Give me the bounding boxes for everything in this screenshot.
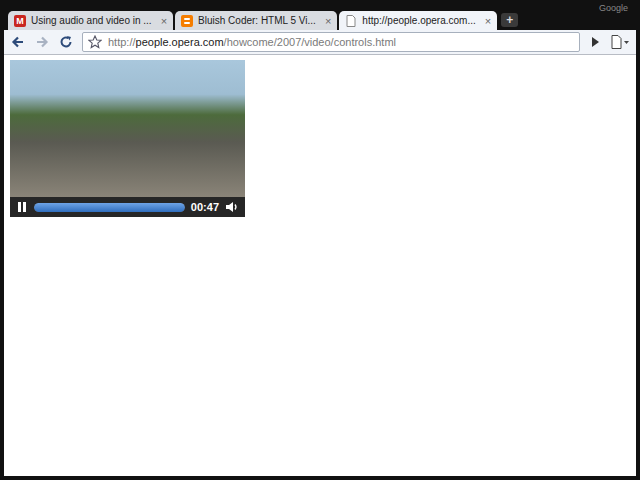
address-bar[interactable]: http://people.opera.com/howcome/2007/vid… [82,32,580,52]
page-icon [345,15,357,27]
back-arrow-icon[interactable] [10,34,26,50]
tab[interactable]: M Using audio and video in ... × [8,11,173,30]
video-controls: 00:47 [10,197,245,217]
blogger-icon [181,15,193,27]
page-content: 00:47 [4,55,636,476]
close-tab-button[interactable]: × [325,15,331,27]
site-favicon-icon: M [14,15,26,27]
browser-window: MUsing audio and video in ...×Bluish Cod… [0,0,640,480]
star-icon[interactable] [88,35,102,49]
corner-label: Google [599,3,628,13]
time-display: 00:47 [191,201,219,213]
close-tab-button[interactable]: × [485,15,491,27]
tab-strip: MUsing audio and video in ...×Bluish Cod… [4,0,636,30]
tab-label: Using audio and video in ... [31,15,152,26]
progress-bar[interactable] [34,203,185,212]
page-menu-icon[interactable] [610,34,630,50]
toolbar: http://people.opera.com/howcome/2007/vid… [4,30,636,55]
video-player[interactable]: 00:47 [10,60,245,217]
new-tab-button[interactable]: + [501,13,518,27]
progress-fill [34,203,185,212]
video-frame [10,60,245,197]
forward-arrow-icon[interactable] [34,34,50,50]
tab-label: http://people.opera.com... [362,15,475,26]
tab[interactable]: Bluish Coder: HTML 5 Vi... × [175,11,337,30]
url-text: http://people.opera.com/howcome/2007/vid… [108,36,396,48]
tab[interactable]: http://people.opera.com... × [339,11,497,30]
close-tab-button[interactable]: × [161,15,167,27]
tab-label: Bluish Coder: HTML 5 Vi... [198,15,316,26]
volume-icon[interactable] [225,201,239,213]
reload-icon[interactable] [58,34,74,50]
pause-icon[interactable] [16,201,28,213]
go-icon[interactable] [588,35,602,49]
